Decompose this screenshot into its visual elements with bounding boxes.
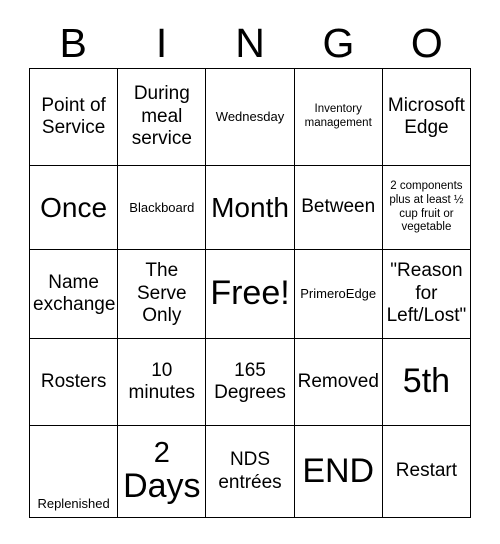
bingo-row: Once Blackboard Month Between 2 componen… [30,166,472,250]
bingo-cell-label: 2 components plus at least ½ cup fruit o… [389,179,464,234]
bingo-row: Rosters 10 minutes 165 Degrees Removed 5… [30,339,472,426]
bingo-cell[interactable]: 2 Days [118,426,207,518]
bingo-cell-label: Removed [297,370,379,392]
bingo-cell[interactable]: PrimeroEdge [294,250,383,339]
bingo-cell[interactable]: "Reason for Left/Lost" [382,250,472,339]
bingo-cell-label: Microsoft Edge [387,94,465,138]
bingo-cell-label: NDS entrées [218,449,282,493]
bingo-cell[interactable]: Inventory management [294,69,383,166]
bingo-cell[interactable]: During meal service [118,69,207,166]
bingo-grid: Point of Service During meal service Wed… [29,68,472,518]
bingo-cell-label: Rosters [40,370,107,392]
bingo-cell-label: Replenished [37,496,110,512]
bingo-cell[interactable]: Microsoft Edge [382,69,472,166]
bingo-cell[interactable]: Once [30,166,119,250]
bingo-row: Point of Service During meal service Wed… [30,69,472,166]
bingo-cell[interactable]: Removed [294,339,383,426]
bingo-cell-label: 10 minutes [128,359,196,403]
bingo-cell-label: The Serve Only [136,260,187,327]
bingo-cell[interactable]: 10 minutes [118,339,207,426]
bingo-cell-label: "Reason for Left/Lost" [386,260,467,327]
bingo-cell[interactable]: Rosters [30,339,119,426]
bingo-cell[interactable]: Name exchange [30,250,119,339]
bingo-cell-label: 165 Degrees [214,359,286,403]
bingo-cell[interactable]: 5th [382,339,472,426]
bingo-cell-label: 2 Days [123,437,201,505]
bingo-cell-label: During meal service [131,83,192,150]
bingo-cell-label: Blackboard [129,199,195,215]
bingo-cell-label: Between [301,196,376,218]
bingo-header: B I N G O [29,18,471,68]
bingo-card: B I N G O Point of Service During meal s… [29,18,472,518]
bingo-cell[interactable]: Wednesday [206,69,295,166]
bingo-header-letter-b: B [59,20,87,66]
bingo-cell-label: 5th [402,362,451,401]
bingo-cell[interactable]: Restart [382,426,472,518]
bingo-free-cell[interactable]: Free! [206,250,295,339]
bingo-cell[interactable]: Blackboard [118,166,207,250]
bingo-cell-label: Name exchange [33,271,116,315]
bingo-header-letter-n: N [235,20,265,66]
bingo-header-letter-g: G [322,20,355,66]
bingo-cell-label: Month [211,191,289,223]
bingo-cell-label: Point of Service [41,94,106,138]
bingo-cell[interactable]: Between [294,166,383,250]
bingo-cell-label: Wednesday [215,109,285,125]
bingo-cell-label: Once [40,191,108,223]
bingo-cell-label: Restart [395,460,458,482]
bingo-cell-label: Inventory management [304,103,372,129]
bingo-header-letter-i: I [155,20,168,66]
bingo-cell[interactable]: NDS entrées [206,426,295,518]
bingo-cell[interactable]: 2 components plus at least ½ cup fruit o… [382,166,472,250]
bingo-row: Name exchange The Serve Only Free! Prime… [30,250,472,339]
bingo-cell[interactable]: The Serve Only [118,250,207,339]
bingo-cell[interactable]: 165 Degrees [206,339,295,426]
bingo-cell[interactable]: Month [206,166,295,250]
bingo-row: Replenished 2 Days NDS entrées END Restar… [30,426,472,518]
bingo-free-label: Free! [210,274,290,313]
bingo-cell-label: END [302,451,375,490]
bingo-cell[interactable]: Replenished [30,426,119,518]
bingo-cell-label: PrimeroEdge [300,286,377,302]
bingo-header-letter-o: O [410,20,443,66]
bingo-cell[interactable]: END [294,426,383,518]
bingo-cell[interactable]: Point of Service [30,69,119,166]
